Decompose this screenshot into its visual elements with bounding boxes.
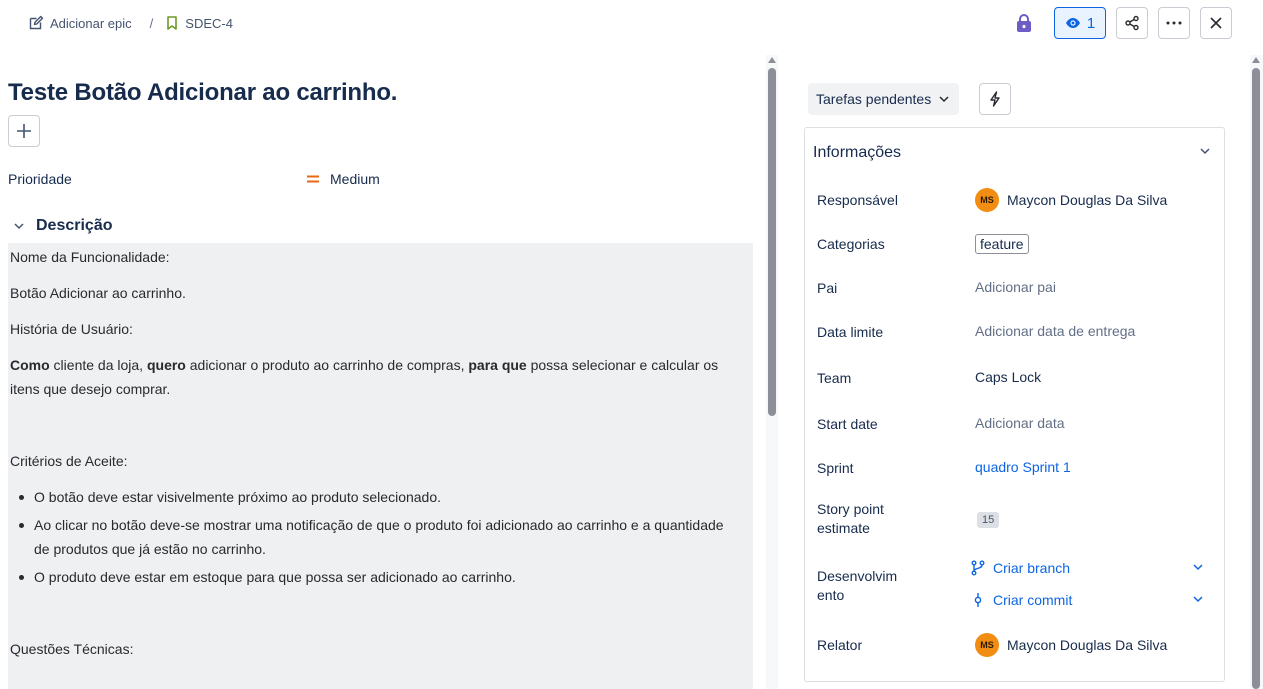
description-paragraph: História de Usuário: bbox=[10, 321, 133, 337]
categories-label: Categorias bbox=[817, 236, 885, 252]
priority-label: Prioridade bbox=[8, 171, 72, 187]
team-field[interactable]: Caps Lock bbox=[975, 369, 1041, 385]
team-label: Team bbox=[817, 370, 852, 386]
story-points-label-line: Story point bbox=[817, 501, 884, 517]
development-label: Desenvolvim ento bbox=[817, 567, 897, 605]
story-text: adicionar o produto ao carrinho de compr… bbox=[185, 357, 469, 373]
avatar: MS bbox=[975, 633, 999, 657]
share-button[interactable] bbox=[1116, 7, 1148, 39]
description-paragraph: Critérios de Aceite: bbox=[10, 453, 128, 469]
add-epic-label: Adicionar epic bbox=[50, 15, 132, 31]
due-date-field[interactable]: Adicionar data de entrega bbox=[975, 323, 1135, 339]
chevron-down-icon bbox=[939, 95, 949, 102]
reporter-name: Maycon Douglas Da Silva bbox=[1007, 637, 1168, 653]
priority-value: Medium bbox=[330, 171, 380, 187]
edit-icon bbox=[29, 15, 44, 30]
story-text: cliente da loja, bbox=[49, 357, 147, 373]
list-item: O produto deve estar em estoque para que… bbox=[10, 565, 730, 589]
create-commit-button[interactable]: Criar commit bbox=[971, 592, 1203, 608]
description-paragraph: Nome da Funcionalidade: bbox=[10, 249, 170, 265]
assignee-label: Responsável bbox=[817, 192, 898, 208]
main-scroll-up-arrow[interactable] bbox=[768, 57, 776, 63]
parent-label: Pai bbox=[817, 280, 838, 296]
branch-icon bbox=[971, 560, 985, 576]
chevron-down-icon bbox=[1193, 564, 1203, 571]
story-bold: quero bbox=[146, 357, 186, 373]
acceptance-criteria-list: O botão deve estar visivelmente próximo … bbox=[10, 485, 730, 593]
story-points-field[interactable]: 15 bbox=[977, 512, 1000, 528]
priority-field[interactable]: Medium bbox=[306, 171, 380, 187]
restriction-button[interactable] bbox=[1012, 8, 1036, 38]
issue-title[interactable]: Teste Botão Adicionar ao carrinho. bbox=[8, 79, 397, 107]
start-date-field[interactable]: Adicionar data bbox=[975, 415, 1065, 431]
list-item: Ao clicar no botão deve-se mostrar uma n… bbox=[10, 513, 730, 561]
story-points-label: Story point estimate bbox=[817, 500, 884, 538]
status-dropdown[interactable]: Tarefas pendentes bbox=[808, 83, 960, 115]
description-paragraph: Questões Técnicas: bbox=[10, 641, 134, 657]
watch-button[interactable]: 1 bbox=[1054, 7, 1106, 39]
chevron-down-icon bbox=[14, 222, 24, 229]
collapse-chevron-icon[interactable] bbox=[1200, 148, 1210, 155]
lock-icon bbox=[1017, 14, 1031, 32]
due-date-label: Data limite bbox=[817, 324, 884, 340]
description-toggle[interactable]: Descrição bbox=[14, 217, 113, 235]
user-story-paragraph: Como cliente da loja, quero adicionar o … bbox=[10, 353, 745, 401]
share-icon bbox=[1125, 15, 1139, 31]
avatar: MS bbox=[975, 188, 999, 212]
description-heading: Descrição bbox=[36, 217, 113, 234]
chevron-down-icon bbox=[1193, 596, 1203, 603]
breadcrumb-separator: / bbox=[149, 15, 154, 31]
parent-field[interactable]: Adicionar pai bbox=[975, 279, 1056, 295]
add-content-button[interactable] bbox=[8, 115, 40, 147]
plus-icon bbox=[17, 124, 31, 138]
details-panel: Informações Responsável MS Maycon Dougla… bbox=[804, 127, 1225, 682]
list-item: O botão deve estar visivelmente próximo … bbox=[10, 485, 730, 509]
sidebar-scroll-up-arrow[interactable] bbox=[1252, 57, 1260, 63]
assignee-name: Maycon Douglas Da Silva bbox=[1007, 192, 1168, 208]
breadcrumb: Adicionar epic / SDEC-4 bbox=[28, 12, 233, 34]
start-date-label: Start date bbox=[817, 416, 878, 432]
watch-count: 1 bbox=[1086, 14, 1096, 32]
development-label-line: ento bbox=[817, 587, 845, 603]
automation-button[interactable] bbox=[979, 83, 1011, 115]
priority-medium-icon bbox=[307, 175, 319, 183]
main-scrollbar-thumb[interactable] bbox=[768, 68, 776, 416]
close-icon bbox=[1210, 17, 1222, 29]
development-label-line: Desenvolvim bbox=[817, 568, 898, 584]
reporter-label: Relator bbox=[817, 637, 863, 653]
add-epic-link[interactable]: Adicionar epic bbox=[28, 15, 132, 31]
commit-icon bbox=[974, 593, 982, 607]
eye-icon bbox=[1065, 18, 1080, 28]
more-icon bbox=[1166, 21, 1182, 25]
issue-key-link[interactable]: SDEC-4 bbox=[165, 15, 233, 31]
description-paragraph: Botão Adicionar ao carrinho. bbox=[10, 285, 186, 301]
assignee-field[interactable]: MS Maycon Douglas Da Silva bbox=[975, 188, 1167, 212]
story-bold: para que bbox=[468, 357, 527, 373]
close-button[interactable] bbox=[1200, 7, 1232, 39]
issue-actions: 1 bbox=[1012, 7, 1232, 39]
story-points-label-line: estimate bbox=[817, 520, 870, 536]
bookmark-icon bbox=[167, 16, 178, 30]
lightning-bolt-icon bbox=[990, 91, 1000, 107]
sprint-label: Sprint bbox=[817, 460, 854, 476]
issue-main-content: Teste Botão Adicionar ao carrinho. Prior… bbox=[0, 55, 760, 689]
reporter-field[interactable]: MS Maycon Douglas Da Silva bbox=[975, 633, 1167, 657]
more-actions-button[interactable] bbox=[1158, 7, 1190, 39]
create-branch-button[interactable]: Criar branch bbox=[971, 560, 1203, 576]
sidebar-scrollbar-thumb[interactable] bbox=[1252, 68, 1260, 689]
description-editor[interactable]: Nome da Funcionalidade: Botão Adicionar … bbox=[8, 243, 753, 689]
sprint-link[interactable]: quadro Sprint 1 bbox=[975, 459, 1071, 475]
story-points-badge: 15 bbox=[977, 512, 1000, 528]
details-title[interactable]: Informações bbox=[813, 144, 901, 162]
category-tag: feature bbox=[975, 234, 1029, 254]
create-commit-label: Criar commit bbox=[993, 592, 1073, 608]
story-bold: Como bbox=[10, 357, 50, 373]
create-branch-label: Criar branch bbox=[993, 560, 1071, 576]
issue-key: SDEC-4 bbox=[185, 15, 233, 31]
categories-field[interactable]: feature bbox=[975, 234, 1029, 254]
status-label: Tarefas pendentes bbox=[816, 91, 932, 107]
